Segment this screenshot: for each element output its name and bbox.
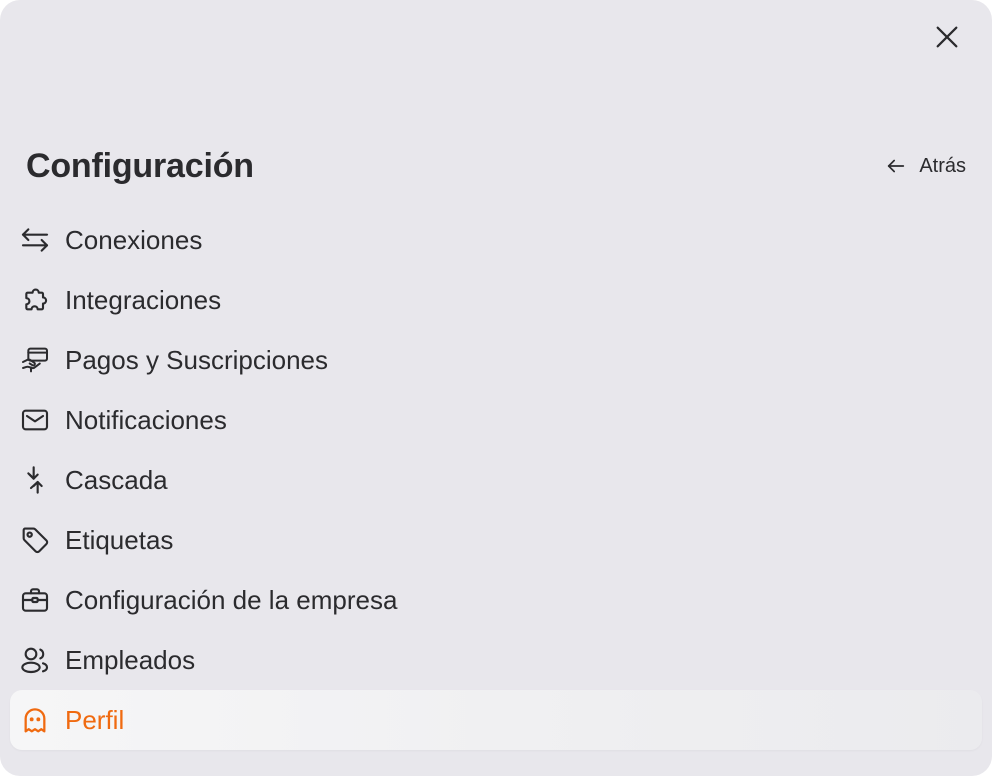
- puzzle-icon: [18, 283, 52, 317]
- menu-item-pagos-y-suscripciones[interactable]: Pagos y Suscripciones: [10, 330, 982, 390]
- arrows-exchange-icon: [18, 223, 52, 257]
- menu-item-label: Cascada: [65, 464, 168, 495]
- menu-item-label: Perfil: [65, 704, 125, 735]
- menu-item-empleados[interactable]: Empleados: [10, 630, 982, 690]
- settings-panel: Configuración Atrás Conexiones Integraci…: [0, 0, 992, 776]
- users-icon: [18, 643, 52, 677]
- close-icon: [936, 26, 958, 48]
- close-button[interactable]: [926, 16, 968, 58]
- back-button[interactable]: Atrás: [885, 155, 968, 178]
- back-button-label: Atrás: [919, 154, 966, 177]
- arrow-left-icon: [888, 159, 905, 173]
- mail-icon: [18, 403, 52, 437]
- menu-item-label: Etiquetas: [65, 524, 174, 555]
- menu-item-configuracion-empresa[interactable]: Configuración de la empresa: [10, 570, 982, 630]
- menu-item-label: Pagos y Suscripciones: [65, 344, 329, 375]
- menu-item-cascada[interactable]: Cascada: [10, 450, 982, 510]
- menu-item-notificaciones[interactable]: Notificaciones: [10, 390, 982, 450]
- page-title: Configuración: [26, 146, 254, 185]
- menu-item-perfil[interactable]: Perfil: [10, 690, 982, 750]
- hand-card-icon: [18, 343, 52, 377]
- briefcase-icon: [18, 583, 52, 617]
- menu-item-label: Notificaciones: [65, 404, 227, 435]
- menu-item-label: Empleados: [65, 644, 196, 675]
- arrows-merge-icon: [18, 463, 52, 497]
- menu-item-integraciones[interactable]: Integraciones: [10, 270, 982, 330]
- menu-item-label: Configuración de la empresa: [65, 584, 398, 615]
- menu-item-etiquetas[interactable]: Etiquetas: [10, 510, 982, 570]
- menu-item-label: Conexiones: [65, 224, 203, 255]
- tag-icon: [18, 523, 52, 557]
- ghost-icon: [18, 703, 52, 737]
- menu-item-conexiones[interactable]: Conexiones: [10, 210, 982, 270]
- menu-item-label: Integraciones: [65, 284, 222, 315]
- settings-menu: Conexiones Integraciones Pagos y Suscrip…: [10, 210, 982, 750]
- panel-header: Configuración Atrás: [26, 138, 968, 194]
